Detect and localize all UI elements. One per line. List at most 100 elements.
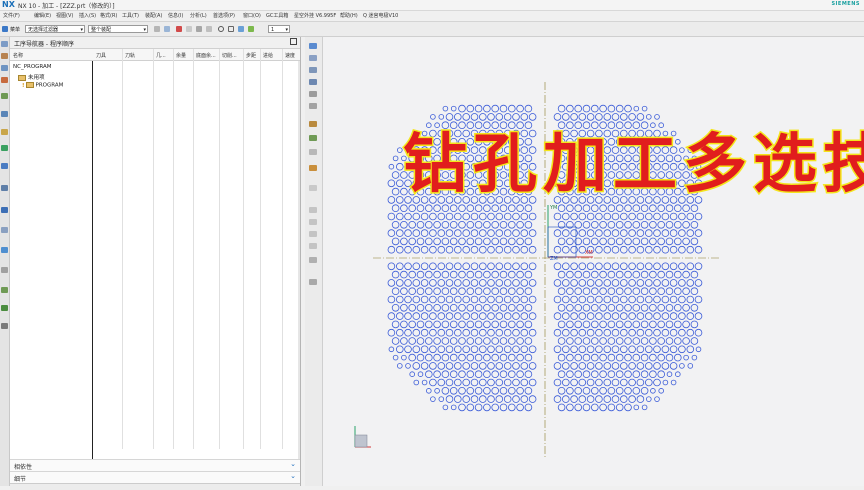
hole-circle[interactable]	[474, 204, 483, 213]
hole-circle[interactable]	[495, 262, 504, 271]
hole-circle[interactable]	[654, 396, 660, 402]
hole-circle[interactable]	[520, 328, 529, 337]
hole-circle[interactable]	[653, 262, 661, 271]
hole-circle[interactable]	[454, 395, 462, 403]
hole-circle[interactable]	[462, 245, 471, 254]
hole-circle[interactable]	[611, 295, 620, 304]
hole-circle[interactable]	[690, 221, 699, 229]
hole-circle[interactable]	[445, 295, 454, 304]
hole-circle[interactable]	[646, 396, 652, 402]
hole-circle[interactable]	[404, 328, 412, 337]
generate-icon[interactable]	[309, 185, 317, 191]
hole-circle[interactable]	[449, 204, 458, 213]
hole-circle[interactable]	[665, 237, 674, 246]
hole-circle[interactable]	[582, 320, 591, 329]
hole-circle[interactable]	[454, 229, 462, 237]
hole-circle[interactable]	[391, 320, 400, 329]
menu-info[interactable]: 信息(I)	[168, 12, 183, 19]
hole-circle[interactable]	[445, 279, 454, 287]
hole-circle[interactable]	[508, 403, 516, 412]
hole-circle[interactable]	[686, 262, 695, 271]
hole-circle[interactable]	[603, 395, 612, 403]
hole-circle[interactable]	[524, 386, 533, 395]
hole-circle[interactable]	[632, 221, 641, 229]
hole-circle[interactable]	[445, 345, 454, 354]
hole-circle[interactable]	[408, 237, 416, 246]
hole-circle[interactable]	[479, 262, 487, 271]
hole-circle[interactable]	[657, 221, 666, 229]
type-filter-select[interactable]: 无选择过滤器 ▾	[25, 25, 85, 33]
hole-circle[interactable]	[412, 362, 421, 370]
hole-circle[interactable]	[512, 212, 520, 221]
column-header[interactable]: 底面余...	[196, 52, 216, 59]
hole-circle[interactable]	[566, 237, 574, 246]
hole-circle[interactable]	[566, 270, 574, 279]
hole-circle[interactable]	[508, 353, 516, 362]
hole-circle[interactable]	[574, 337, 583, 345]
hole-circle[interactable]	[437, 295, 446, 304]
hole-circle[interactable]	[557, 287, 566, 296]
hole-circle[interactable]	[499, 270, 508, 279]
hole-circle[interactable]	[603, 378, 612, 387]
hole-circle[interactable]	[666, 371, 673, 377]
hole-circle[interactable]	[421, 379, 428, 386]
hole-circle[interactable]	[611, 312, 620, 320]
hole-circle[interactable]	[483, 320, 491, 329]
hole-circle[interactable]	[636, 279, 645, 287]
hole-circle[interactable]	[479, 229, 487, 237]
hole-circle[interactable]	[611, 345, 620, 354]
hole-circle[interactable]	[599, 287, 607, 296]
hole-circle[interactable]	[420, 312, 429, 320]
hole-circle[interactable]	[491, 320, 500, 329]
hole-circle[interactable]	[553, 279, 562, 287]
hole-circle[interactable]	[632, 303, 641, 312]
menu-electrode[interactable]: Q 迷宫电极V10	[363, 12, 398, 19]
hole-circle[interactable]	[694, 328, 703, 337]
hole-circle[interactable]	[611, 378, 620, 387]
hole-circle[interactable]	[479, 212, 487, 221]
hole-circle[interactable]	[412, 229, 421, 237]
column-header[interactable]: 步距	[246, 52, 256, 59]
hole-circle[interactable]	[624, 270, 632, 279]
hole-circle[interactable]	[607, 287, 616, 296]
hole-circle[interactable]	[503, 362, 512, 370]
verify-icon[interactable]	[309, 219, 317, 225]
hole-circle[interactable]	[665, 303, 674, 312]
hole-circle[interactable]	[425, 370, 433, 379]
hole-circle[interactable]	[557, 320, 566, 329]
hole-circle[interactable]	[408, 337, 416, 345]
hole-circle[interactable]	[665, 353, 674, 362]
hole-circle[interactable]	[590, 204, 599, 213]
hole-circle[interactable]	[400, 320, 408, 329]
hole-circle[interactable]	[665, 337, 674, 345]
hole-circle[interactable]	[678, 212, 686, 221]
hole-circle[interactable]	[391, 237, 400, 246]
hole-circle[interactable]	[508, 303, 516, 312]
column-header[interactable]: 余量	[176, 52, 186, 59]
hole-circle[interactable]	[483, 353, 491, 362]
hole-circle[interactable]	[416, 353, 425, 362]
hole-circle[interactable]	[433, 287, 441, 296]
hole-circle[interactable]	[611, 328, 620, 337]
hole-circle[interactable]	[649, 320, 657, 329]
hole-circle[interactable]	[582, 353, 591, 362]
hole-circle[interactable]	[470, 212, 479, 221]
hole-circle[interactable]	[449, 320, 458, 329]
hole-circle[interactable]	[682, 221, 690, 229]
hole-circle[interactable]	[653, 328, 661, 337]
hole-circle[interactable]	[607, 204, 616, 213]
hole-circle[interactable]	[449, 386, 458, 395]
hole-circle[interactable]	[607, 237, 616, 246]
hole-circle[interactable]	[649, 204, 657, 213]
resource-icon-2[interactable]	[1, 53, 8, 59]
hole-circle[interactable]	[686, 245, 695, 254]
hole-circle[interactable]	[603, 245, 612, 254]
hole-circle[interactable]	[557, 270, 566, 279]
hole-circle[interactable]	[425, 337, 433, 345]
hole-circle[interactable]	[426, 122, 432, 128]
hole-circle[interactable]	[445, 328, 454, 337]
hole-circle[interactable]	[470, 262, 479, 271]
hole-circle[interactable]	[449, 237, 458, 246]
hole-circle[interactable]	[450, 105, 457, 112]
hole-circle[interactable]	[653, 295, 661, 304]
